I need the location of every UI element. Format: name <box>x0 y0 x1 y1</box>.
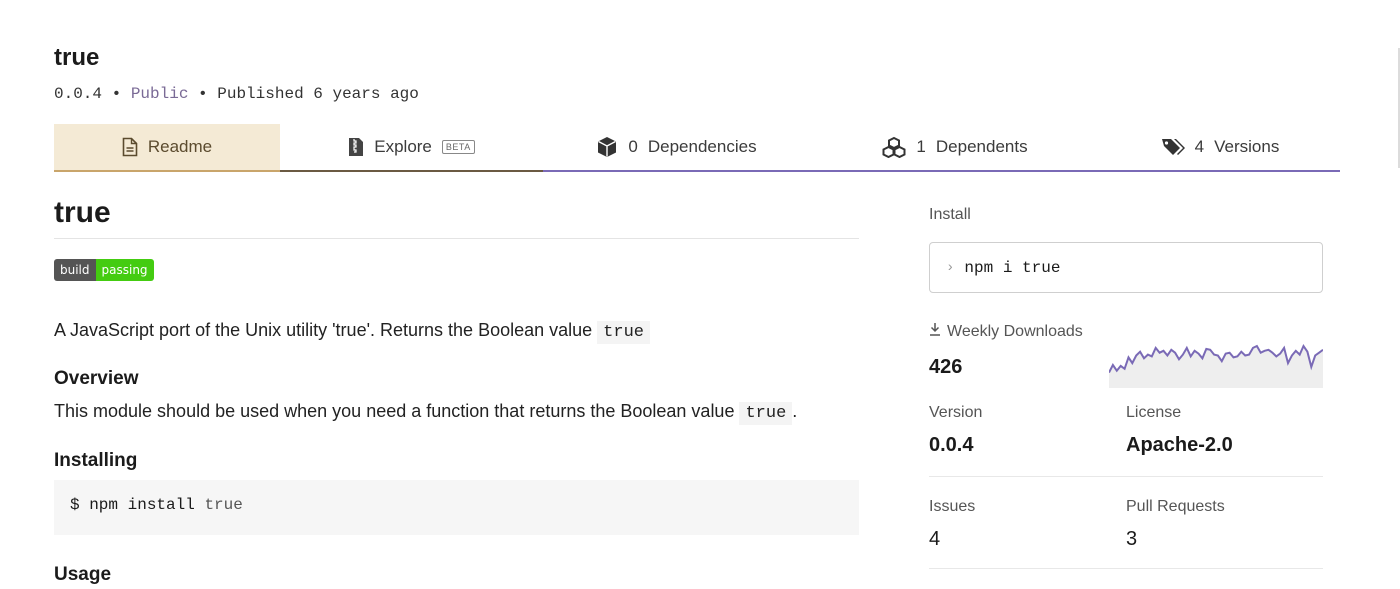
tab-readme-label: Readme <box>147 137 213 156</box>
tab-underline <box>54 170 280 172</box>
pull-requests-label: Pull Requests <box>1126 498 1225 515</box>
tab-explore-label: Explore <box>374 137 432 156</box>
inline-code: true <box>739 402 793 425</box>
overview-period: . <box>792 401 798 421</box>
zip-file-icon <box>348 137 364 157</box>
overview-text: This module should be used when you need… <box>54 401 735 421</box>
tab-dependents[interactable]: 1 Dependents <box>810 124 1100 172</box>
dependents-count: 1 <box>916 137 926 156</box>
version-license-row: Version 0.0.4 License Apache-2.0 <box>929 400 1323 477</box>
issues-prs-row: Issues 4 Pull Requests 3 <box>929 496 1323 569</box>
install-label: Install <box>929 206 971 223</box>
license-cell: License Apache-2.0 <box>1126 404 1233 457</box>
tab-dependencies-label: Dependencies <box>647 137 757 156</box>
document-icon <box>122 137 138 157</box>
readme-title: true <box>54 196 859 239</box>
tab-dependencies[interactable]: 0 Dependencies <box>543 124 810 172</box>
usage-heading: Usage <box>54 564 112 585</box>
pull-requests-cell[interactable]: Pull Requests 3 <box>1126 498 1225 551</box>
readme-description: A JavaScript port of the Unix utility 't… <box>54 320 650 344</box>
pull-requests-value: 3 <box>1126 528 1138 550</box>
install-code-block: $ npm install true <box>54 480 859 535</box>
overview-paragraph: This module should be used when you need… <box>54 401 798 425</box>
package-tabs: Readme Explore BETA 0 Dependencies 1 Dep… <box>54 124 1340 172</box>
weekly-downloads-text: Weekly Downloads <box>947 322 1083 340</box>
license-value: Apache-2.0 <box>1126 434 1233 456</box>
version-label: Version <box>929 404 983 421</box>
box-icon <box>596 136 618 158</box>
description-text: A JavaScript port of the Unix utility 't… <box>54 320 593 340</box>
readme-content: true build passing A JavaScript port of … <box>54 196 859 585</box>
tab-underline <box>280 170 543 172</box>
tab-dependents-label: Dependents <box>935 137 1028 156</box>
tab-versions-label: Versions <box>1214 137 1280 156</box>
weekly-downloads-value: 426 <box>929 356 963 378</box>
package-name: true <box>54 44 100 71</box>
terminal-prompt-icon: › <box>946 259 955 276</box>
weekly-downloads-label: Weekly Downloads <box>929 322 1083 341</box>
badge-label: build <box>54 259 96 281</box>
tab-readme[interactable]: Readme <box>54 124 280 172</box>
dependencies-count: 0 <box>628 137 638 156</box>
install-command: npm i true <box>964 258 1061 277</box>
license-label: License <box>1126 404 1182 421</box>
badge-status: passing <box>95 259 154 281</box>
issues-cell[interactable]: Issues 4 <box>929 498 975 551</box>
separator-dot: • <box>198 85 218 103</box>
tab-underline <box>810 170 1100 172</box>
tags-icon <box>1161 137 1185 157</box>
build-status-badge[interactable]: build passing <box>54 259 154 281</box>
tab-versions[interactable]: 4 Versions <box>1100 124 1340 172</box>
tab-explore[interactable]: Explore BETA <box>280 124 543 172</box>
package-version: 0.0.4 <box>54 85 103 103</box>
code-argument: true <box>204 496 243 514</box>
downloads-sparkline[interactable] <box>1109 342 1323 388</box>
cubes-icon <box>882 136 906 158</box>
install-command-box[interactable]: › npm i true <box>929 242 1323 293</box>
tab-underline <box>1100 170 1340 172</box>
tab-underline <box>543 170 810 172</box>
package-sidebar: Install › npm i true Weekly Downloads 42… <box>929 206 1323 569</box>
code-command: $ npm install <box>70 496 195 514</box>
package-visibility: Public <box>130 85 189 103</box>
versions-count: 4 <box>1194 137 1205 156</box>
inline-code: true <box>597 321 650 344</box>
overview-heading: Overview <box>54 368 139 389</box>
package-published: Published 6 years ago <box>217 85 419 103</box>
issues-label: Issues <box>929 498 976 515</box>
package-meta: 0.0.4 • Public • Published 6 years ago <box>54 85 419 103</box>
version-value: 0.0.4 <box>929 434 974 456</box>
download-icon <box>929 322 941 341</box>
version-cell: Version 0.0.4 <box>929 404 982 457</box>
issues-value: 4 <box>929 528 941 550</box>
installing-heading: Installing <box>54 450 138 471</box>
beta-badge: BETA <box>441 140 475 154</box>
separator-dot: • <box>111 85 131 103</box>
